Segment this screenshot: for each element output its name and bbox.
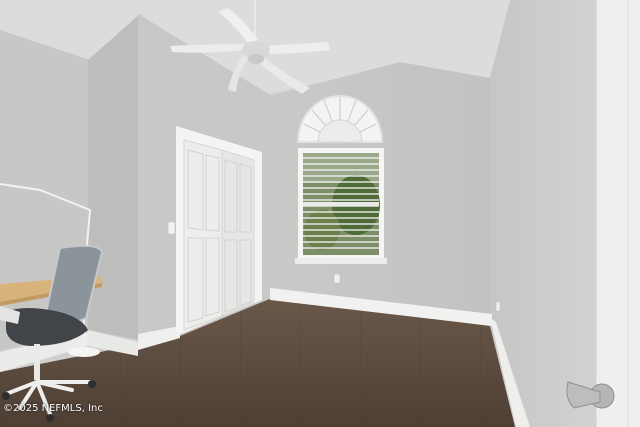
- closet-door-right: [221, 149, 255, 317]
- closet-wall-side: [88, 14, 140, 340]
- door-edge: [596, 0, 640, 427]
- watermark: ©2025 NEFMLS, Inc: [3, 403, 103, 414]
- window-sill: [295, 258, 387, 264]
- room-photo: ©2025 NEFMLS, Inc: [0, 0, 640, 427]
- room-illustration: [0, 0, 640, 427]
- light-switch: [167, 221, 176, 235]
- wall-outlet-right: [495, 301, 501, 312]
- wall-outlet: [333, 273, 341, 284]
